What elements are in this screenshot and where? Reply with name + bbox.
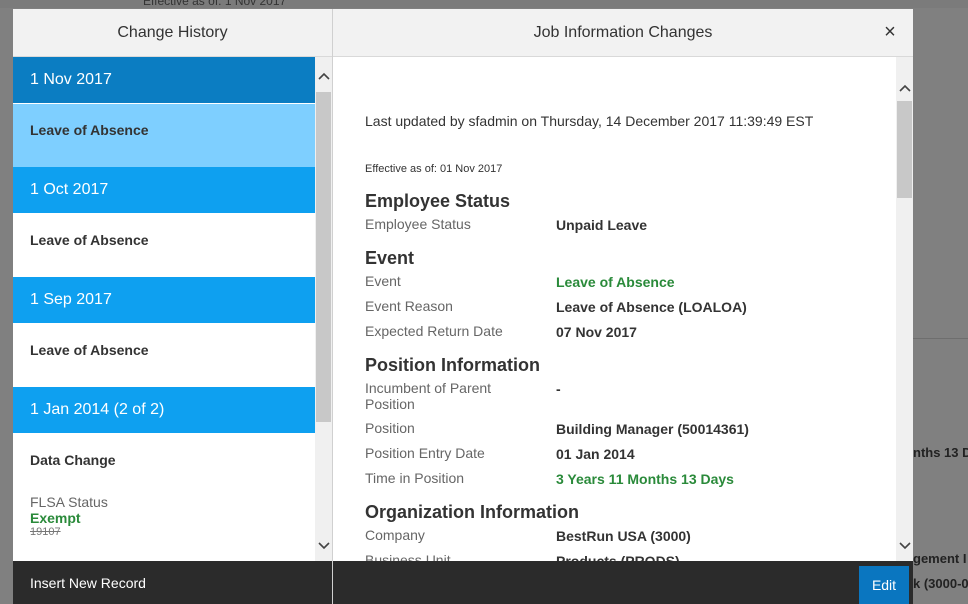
field-label: Incumbent of Parent Position [365, 380, 492, 412]
field-value-changed: 3 Years 11 Months 13 Days [556, 471, 734, 487]
job-information-pane: Job Information Changes × Last updated b… [333, 9, 913, 604]
field-label: Company [365, 527, 425, 543]
details-scrollbar[interactable] [896, 57, 913, 561]
scroll-up-icon[interactable] [315, 67, 332, 84]
field-label: Employee Status [365, 216, 471, 232]
field-value: Unpaid Leave [556, 217, 648, 233]
change-history-pane: Change History 1 Nov 2017 Leave of Absen… [13, 9, 332, 604]
background-management-text: gement I [913, 551, 967, 566]
field-label: Position [365, 420, 415, 436]
field-label: Expected Return Date [365, 323, 503, 339]
scroll-down-icon[interactable] [315, 537, 332, 554]
history-scrollbar-thumb[interactable] [316, 92, 331, 422]
changed-field-old-value: 19107 [30, 526, 61, 538]
details-scrollbar-thumb[interactable] [897, 101, 912, 198]
field-value: BestRun USA (3000) [556, 528, 691, 544]
job-information-content: Last updated by sfadmin on Thursday, 14 … [333, 57, 896, 561]
history-entry-nov-2017[interactable]: Leave of Absence [13, 104, 315, 167]
background-effective-text: Effective as of: 1 Nov 2017 [143, 0, 287, 8]
job-information-title: Job Information Changes [333, 9, 913, 57]
scroll-up-icon[interactable] [896, 79, 913, 96]
section-employee-status: Employee Status [365, 191, 511, 211]
history-date-jan-2014[interactable]: 1 Jan 2014 (2 of 2) [13, 387, 315, 434]
history-date-oct-2017[interactable]: 1 Oct 2017 [13, 167, 315, 214]
insert-new-record-button[interactable]: Insert New Record [13, 561, 332, 604]
change-history-list: 1 Nov 2017 Leave of Absence 1 Oct 2017 L… [13, 57, 315, 561]
history-entry-jan-2014[interactable]: Data Change FLSA Status Exempt 19107 [13, 434, 315, 560]
effective-date-text: Effective as of: 01 Nov 2017 [365, 163, 503, 175]
section-organization-information: Organization Information [365, 502, 579, 522]
history-entry-label: Data Change [30, 452, 116, 468]
background-divider [913, 338, 968, 339]
field-value-changed: Leave of Absence [556, 274, 675, 290]
history-date-nov-2017[interactable]: 1 Nov 2017 [13, 57, 315, 104]
changed-field-new-value: Exempt [30, 510, 81, 526]
field-value: Building Manager (50014361) [556, 421, 749, 437]
last-updated-text: Last updated by sfadmin on Thursday, 14 … [365, 113, 814, 129]
history-entry-sep-2017[interactable]: Leave of Absence [13, 324, 315, 387]
scroll-down-icon[interactable] [896, 537, 913, 554]
field-value: Products (PRODS) [556, 553, 680, 561]
field-label: Time in Position [365, 470, 465, 486]
field-label: Event Reason [365, 298, 453, 314]
history-date-sep-2017[interactable]: 1 Sep 2017 [13, 277, 315, 324]
edit-button[interactable]: Edit [859, 566, 909, 604]
history-scrollbar[interactable] [315, 57, 332, 561]
change-history-dialog: Change History 1 Nov 2017 Leave of Absen… [13, 9, 913, 604]
field-value: - [556, 381, 561, 397]
changed-field-label: FLSA Status [30, 494, 108, 510]
close-icon[interactable]: × [881, 21, 899, 43]
field-value: 01 Jan 2014 [556, 446, 635, 462]
field-label: Business Unit [365, 552, 451, 561]
change-history-title: Change History [13, 9, 332, 57]
field-value: 07 Nov 2017 [556, 324, 637, 340]
field-label: Event [365, 273, 401, 289]
history-entry-oct-2017[interactable]: Leave of Absence [13, 214, 315, 277]
section-position-information: Position Information [365, 355, 540, 375]
background-time-text: nths 13 D [913, 445, 968, 460]
section-event: Event [365, 248, 415, 268]
field-label: Position Entry Date [365, 445, 485, 461]
field-value: Leave of Absence (LOALOA) [556, 299, 747, 315]
background-code-text: k (3000-0 [913, 576, 968, 591]
details-footer: Edit [333, 561, 913, 604]
